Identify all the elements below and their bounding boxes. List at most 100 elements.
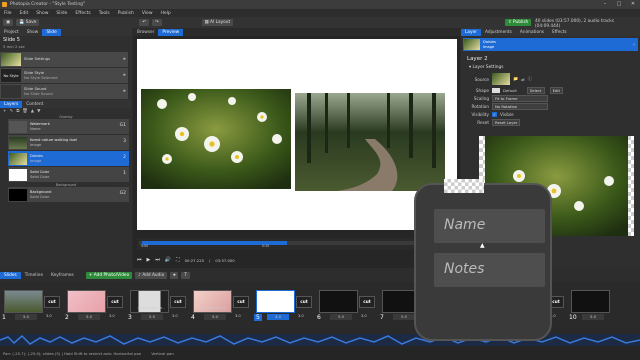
- tab-effects[interactable]: Effects: [548, 29, 571, 36]
- menu-effects[interactable]: Effects: [71, 11, 94, 16]
- layer-thumb: [9, 152, 27, 165]
- tab-project[interactable]: Project: [0, 29, 23, 36]
- menu-show[interactable]: Show: [32, 11, 52, 16]
- slide-canvas[interactable]: [137, 39, 457, 230]
- transition-cut[interactable]: cut: [233, 296, 249, 308]
- layer-row[interactable]: Solid Color Solid Color 1: [8, 167, 129, 182]
- shape-select-button[interactable]: Select: [526, 86, 545, 94]
- tab-keyframes[interactable]: Keyframes: [47, 272, 78, 279]
- add-photo-video-button[interactable]: + Add Photo/Video: [85, 271, 133, 279]
- scaling-select[interactable]: Fit to Frame: [492, 94, 548, 102]
- shape-edit-button[interactable]: Edit: [549, 86, 563, 94]
- tab-content[interactable]: Content: [22, 101, 47, 108]
- playhead-bar[interactable]: 0:00 0:20: [137, 238, 457, 250]
- transition-cut[interactable]: cut: [170, 296, 186, 308]
- slide-thumbnail[interactable]: 6 5.0 cut 3.0: [317, 288, 377, 328]
- slide-sound-sub: No Slide Sound: [24, 90, 53, 96]
- slide-thumbnail[interactable]: 1 5.0 cut 3.0: [2, 288, 62, 328]
- text-icon[interactable]: T: [181, 271, 190, 279]
- save-button[interactable]: 💾 Save: [16, 19, 40, 26]
- record-icon[interactable]: ⏺: [170, 271, 179, 279]
- slide-thumbnail[interactable]: 10 5.0: [569, 288, 629, 328]
- add-audio-label: Add Audio: [142, 272, 165, 278]
- info-icon[interactable]: ⓘ: [528, 76, 532, 82]
- skip-forward-icon[interactable]: ⏭: [155, 257, 160, 263]
- notes-field[interactable]: Notes: [434, 253, 545, 287]
- tab-animations[interactable]: Animations: [516, 29, 548, 36]
- ai-layout-button[interactable]: ▦ AI Layout: [201, 19, 234, 26]
- reset-layer-button[interactable]: Reset Layer: [492, 118, 521, 126]
- folder-icon[interactable]: 📁: [513, 76, 518, 82]
- edit-layer-icon[interactable]: ✎: [10, 109, 14, 114]
- tab-show[interactable]: Show: [23, 29, 43, 36]
- slide-thumbnail[interactable]: 3 Vertical Slide - T... 5.0 cut 3.0: [128, 288, 188, 328]
- skip-back-icon[interactable]: ⏮: [137, 257, 142, 263]
- slide-style-row[interactable]: No Style Slide Style No Style Selected ▸: [0, 68, 128, 83]
- close-icon[interactable]: ✕: [626, 0, 640, 9]
- menu-help[interactable]: Help: [157, 11, 175, 16]
- tab-slides[interactable]: Slides: [0, 271, 21, 279]
- layer-row[interactable]: forest nature walking duel Image 3: [8, 135, 129, 150]
- name-field[interactable]: Name: [434, 209, 545, 243]
- scaling-label: Scaling: [473, 95, 489, 101]
- duplicate-layer-icon[interactable]: ⧉: [16, 109, 19, 114]
- volume-icon[interactable]: 🔊: [165, 257, 171, 263]
- menu-slide[interactable]: Slide: [52, 11, 71, 16]
- layer-tabs: Layers Content: [0, 100, 132, 108]
- tab-layers[interactable]: Layers: [0, 100, 23, 108]
- fullscreen-icon[interactable]: ⛶: [176, 257, 180, 263]
- selected-layer-chip[interactable]: Daisies Image ‹: [463, 38, 638, 51]
- transition-cut[interactable]: cut: [44, 296, 60, 308]
- tab-preview[interactable]: Preview: [158, 28, 184, 36]
- menu-edit[interactable]: Edit: [16, 11, 33, 16]
- transition-cut[interactable]: cut: [359, 296, 375, 308]
- layer-heading: Layer 2: [467, 56, 488, 62]
- slide-sound-row[interactable]: Slide Sound No Slide Sound ▸: [0, 84, 128, 99]
- menu-publish[interactable]: Publish: [114, 11, 138, 16]
- layer-row[interactable]: Background Solid Color G2: [8, 187, 129, 202]
- source-thumb[interactable]: [492, 73, 510, 85]
- time-separator: /: [209, 257, 211, 263]
- slide-thumbnail[interactable]: 2 5.0 cut 3.0: [65, 288, 125, 328]
- tab-slide[interactable]: Slide: [42, 28, 61, 36]
- forest-path-image[interactable]: [295, 93, 445, 191]
- slide-duration: 5.0: [78, 314, 100, 320]
- tab-layer[interactable]: Layer: [461, 28, 481, 36]
- add-layer-icon[interactable]: +: [3, 109, 7, 114]
- layer-settings-section[interactable]: ▾ Layer Settings: [461, 65, 640, 72]
- menu-view[interactable]: View: [138, 11, 157, 16]
- rotation-select[interactable]: No Rotation: [492, 102, 548, 110]
- add-audio-button[interactable]: ♪ Add Audio: [135, 271, 168, 279]
- tab-browser[interactable]: Browser: [133, 29, 158, 36]
- swap-icon[interactable]: ⇄: [521, 77, 525, 82]
- visible-checkbox[interactable]: ✓: [492, 111, 497, 117]
- slide-caption: Vertical Slide - T...: [137, 306, 165, 310]
- slide-settings-row[interactable]: Slide Settings ▸: [0, 52, 128, 67]
- move-down-icon[interactable]: ▼: [37, 109, 40, 114]
- transition-cut[interactable]: cut: [107, 296, 123, 308]
- menu-tools[interactable]: Tools: [95, 11, 114, 16]
- maximize-icon[interactable]: □: [612, 0, 626, 9]
- transition-duration: 3.0: [172, 314, 178, 318]
- undo-icon[interactable]: ↶: [139, 19, 149, 26]
- collapse-icon[interactable]: ‹: [633, 42, 635, 48]
- tab-adjustments[interactable]: Adjustments: [481, 29, 516, 36]
- daisies-image[interactable]: [141, 89, 291, 189]
- status-bar: Pan: (-25.7); (-25.0); slides (5) | Hold…: [0, 346, 640, 360]
- layer-row[interactable]: Watermark Name G1: [8, 119, 129, 134]
- center-tabs: Browser Preview: [133, 28, 460, 36]
- open-folder-icon[interactable]: ▣: [3, 19, 14, 26]
- slide-thumbnail[interactable]: 4 Christmas Card T... 5.0 cut 3.0: [191, 288, 251, 328]
- layer-row-selected[interactable]: Daisies Image 2: [8, 151, 129, 166]
- move-up-icon[interactable]: ▲: [31, 109, 34, 114]
- slide-thumbnail-selected[interactable]: 5 3.0 cut 3.0: [254, 288, 314, 328]
- publish-button[interactable]: ⇪ Publish: [505, 19, 532, 26]
- redo-icon[interactable]: ↷: [151, 19, 162, 26]
- tab-timeline[interactable]: Timeline: [21, 272, 47, 279]
- zoom-callout: Name Notes ▲: [414, 179, 552, 341]
- delete-layer-icon[interactable]: 🗑: [22, 109, 27, 114]
- minimize-icon[interactable]: –: [598, 0, 612, 9]
- transition-cut[interactable]: cut: [296, 296, 312, 308]
- play-icon[interactable]: ▶: [147, 257, 151, 263]
- menu-file[interactable]: File: [0, 11, 16, 16]
